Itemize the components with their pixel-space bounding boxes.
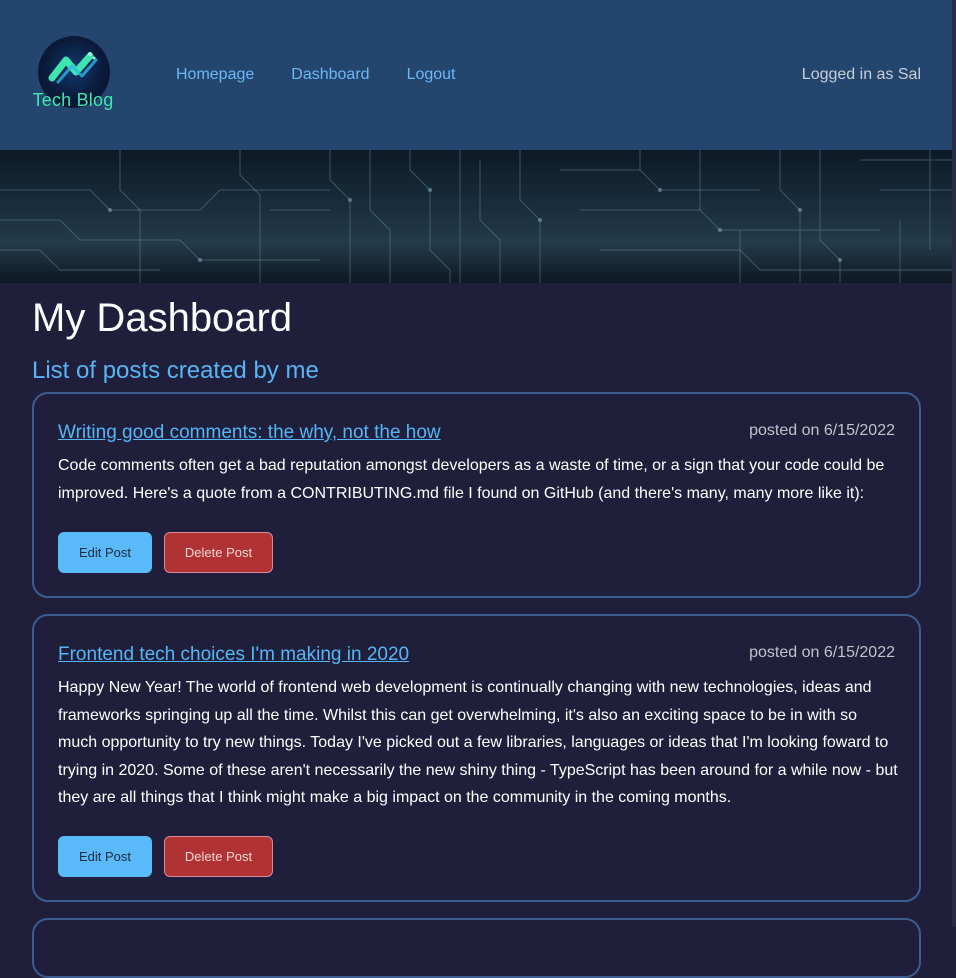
nav-link-dashboard[interactable]: Dashboard <box>291 66 369 84</box>
edit-post-button[interactable]: Edit Post <box>58 532 152 573</box>
site-logo[interactable]: Tech Blog <box>30 34 116 120</box>
site-header: Tech Blog Homepage Dashboard Logout Logg… <box>0 0 956 150</box>
main-nav: Homepage Dashboard Logout <box>176 66 456 84</box>
post-excerpt: Happy New Year! The world of frontend we… <box>58 679 898 806</box>
post-date: posted on 6/15/2022 <box>749 644 895 661</box>
post-card: Writing good comments: the why, not the … <box>32 392 921 598</box>
page-subtitle: List of posts created by me <box>32 357 319 384</box>
circuit-pattern <box>0 150 956 283</box>
logged-in-status: Logged in as Sal <box>801 66 921 83</box>
post-title-link[interactable]: Writing good comments: the why, not the … <box>58 422 441 444</box>
circuit-banner-image <box>0 150 956 283</box>
page-title: My Dashboard <box>32 296 293 340</box>
nav-link-logout[interactable]: Logout <box>407 66 456 84</box>
tech-blog-logo-icon <box>48 52 98 84</box>
delete-post-button[interactable]: Delete Post <box>164 836 273 877</box>
nav-link-homepage[interactable]: Homepage <box>176 66 254 84</box>
brand-name: Tech Blog <box>32 90 114 110</box>
post-card: Frontend tech choices I'm making in 2020… <box>32 614 921 902</box>
page-scrollbar[interactable] <box>952 0 956 927</box>
delete-post-button[interactable]: Delete Post <box>164 532 273 573</box>
post-date: posted on 6/15/2022 <box>749 422 895 439</box>
post-excerpt: Code comments often get a bad reputation… <box>58 457 885 502</box>
post-card-partial <box>32 918 921 978</box>
post-title-link[interactable]: Frontend tech choices I'm making in 2020 <box>58 644 409 666</box>
edit-post-button[interactable]: Edit Post <box>58 836 152 877</box>
